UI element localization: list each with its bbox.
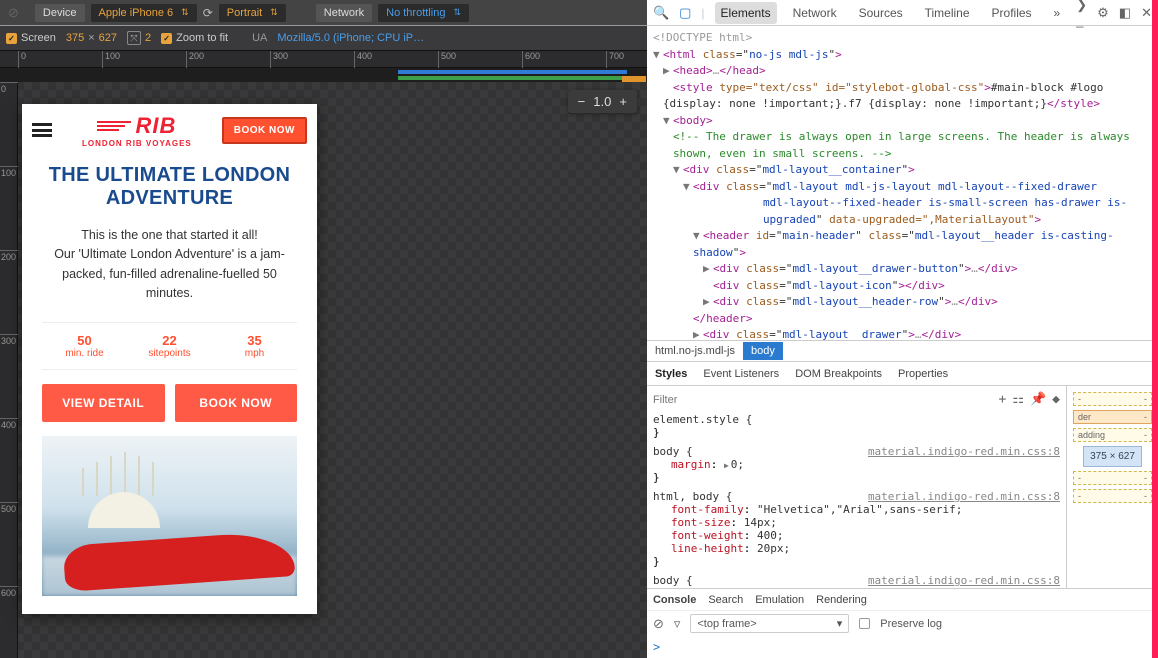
cancel-icon[interactable]: ⊘ [8,5,19,21]
close-icon[interactable]: ✕ [1141,5,1152,21]
vertical-ruler: 0 100 200 300 400 500 600 [0,82,18,658]
device-toolbar: ⊘ Device Apple iPhone 6 ⇅ ⟳ Portrait ⇅ N… [0,0,647,26]
more-icon[interactable]: ◆ [1052,392,1060,407]
orientation-select[interactable]: Portrait ⇅ [219,4,286,22]
devtools-toolbar: 🔍 ▢ | Elements Network Sources Timeline … [647,0,1158,26]
hamburger-icon[interactable] [32,123,52,137]
box-model-content: 375 × 627 [1083,446,1142,467]
zoom-control: − 1.0 + [568,90,637,113]
drawer-tabs: Console Search Emulation Rendering [647,588,1158,610]
pin-icon[interactable]: 📌 [1030,392,1046,407]
breadcrumb-html[interactable]: html.no-js.mdl-js [647,342,743,360]
network-label: Network [316,4,372,22]
inspect-icon[interactable]: 🔍 [653,5,669,21]
console-toolbar: ⊘ ▿ <top frame>▾ Preserve log [647,610,1158,636]
book-now-header-button[interactable]: BOOK NOW [222,117,307,144]
ua-value[interactable]: Mozilla/5.0 (iPhone; CPU iP… [277,32,424,44]
hero-image [42,436,297,596]
console-prompt[interactable]: > [647,636,1158,658]
tab-properties[interactable]: Properties [890,364,956,384]
drawer-tab-emulation[interactable]: Emulation [755,594,804,606]
drawer-tab-rendering[interactable]: Rendering [816,594,867,606]
site-logo[interactable]: RIB LONDON RIB VOYAGES [60,113,214,148]
tab-profiles[interactable]: Profiles [986,2,1038,24]
dpr-field[interactable]: ⤧2 [127,31,151,45]
box-model-panel: -- der- adding- 375 × 627 -- -- [1066,386,1158,588]
viewport-width[interactable]: 375 [66,32,84,44]
ua-label: UA [252,32,267,44]
stylesheet-link[interactable]: material.indigo-red.min.css:8 [868,445,1060,458]
screen-checkbox[interactable]: ✓Screen [6,32,56,44]
dom-breadcrumb: html.no-js.mdl-js body [647,340,1158,362]
drawer-tab-search[interactable]: Search [708,594,743,606]
styles-filter-input[interactable] [653,394,713,406]
chevron-updown-icon: ⇅ [270,7,278,18]
reload-icon[interactable]: ⟳ [203,6,213,20]
media-query-bars[interactable] [0,68,647,82]
tab-event-listeners[interactable]: Event Listeners [695,364,787,384]
filter-icon[interactable]: ▿ [674,616,681,632]
page-title: THE ULTIMATE LONDON ADVENTURE [42,164,297,210]
tab-timeline[interactable]: Timeline [919,2,976,24]
preserve-log-label: Preserve log [880,618,942,630]
view-detail-button[interactable]: VIEW DETAIL [42,384,165,422]
clear-console-icon[interactable]: ⊘ [653,616,664,632]
stats-row: 50min. ride 22sitepoints 35mph [42,322,297,370]
frame-select[interactable]: <top frame>▾ [690,614,849,633]
stylesheet-link[interactable]: material.indigo-red.min.css:8 [868,574,1060,587]
right-edge-decoration [1152,0,1158,658]
preserve-log-checkbox[interactable] [859,618,870,629]
dock-icon[interactable]: ◧ [1119,5,1131,21]
new-rule-icon[interactable]: + [999,392,1007,407]
intro-text-2: Our 'Ultimate London Adventure' is a jam… [42,245,297,303]
stylesheet-link[interactable]: material.indigo-red.min.css:8 [868,490,1060,503]
emulated-page[interactable]: RIB LONDON RIB VOYAGES BOOK NOW THE ULTI… [22,104,317,614]
zoom-value: 1.0 [593,94,611,109]
chevron-updown-icon: ⇅ [181,7,189,18]
console-drawer-icon[interactable]: ❯_ [1076,0,1087,28]
device-viewport-area: 0 100 200 300 400 500 600 − 1.0 + RIB [0,82,647,658]
tab-dom-breakpoints[interactable]: DOM Breakpoints [787,364,890,384]
device-label: Device [35,4,85,22]
tab-sources[interactable]: Sources [853,2,909,24]
drawer-tab-console[interactable]: Console [653,594,696,606]
chevron-updown-icon: ⇅ [453,7,461,18]
zoom-out-button[interactable]: − [578,94,586,109]
book-now-button[interactable]: BOOK NOW [175,384,298,422]
device-mode-icon[interactable]: ▢ [679,5,691,21]
device-subtoolbar: ✓Screen 375×627 ⤧2 ✓Zoom to fit UA Mozil… [0,26,647,50]
device-select[interactable]: Apple iPhone 6 ⇅ [91,4,197,22]
breadcrumb-body[interactable]: body [743,342,783,360]
tab-network[interactable]: Network [787,2,843,24]
horizontal-ruler: 0 100 200 300 400 500 600 700 [0,50,647,68]
styles-panel[interactable]: + ⚏ 📌 ◆ element.style {} material.indigo… [647,386,1066,588]
zoom-in-button[interactable]: + [619,94,627,109]
zoom-to-fit-checkbox[interactable]: ✓Zoom to fit [161,32,228,44]
settings-gear-icon[interactable]: ⚙ [1097,5,1109,21]
styles-tabs: Styles Event Listeners DOM Breakpoints P… [647,362,1158,386]
tab-styles[interactable]: Styles [647,364,695,384]
toggle-state-icon[interactable]: ⚏ [1012,392,1024,407]
throttling-select[interactable]: No throttling ⇅ [378,4,469,22]
viewport-height[interactable]: 627 [99,32,117,44]
tab-elements[interactable]: Elements [715,2,777,24]
intro-text-1: This is the one that started it all! [42,226,297,245]
dom-tree[interactable]: <!DOCTYPE html> ▼<html class="no-js mdl-… [647,26,1158,340]
tabs-overflow[interactable]: » [1048,2,1067,24]
